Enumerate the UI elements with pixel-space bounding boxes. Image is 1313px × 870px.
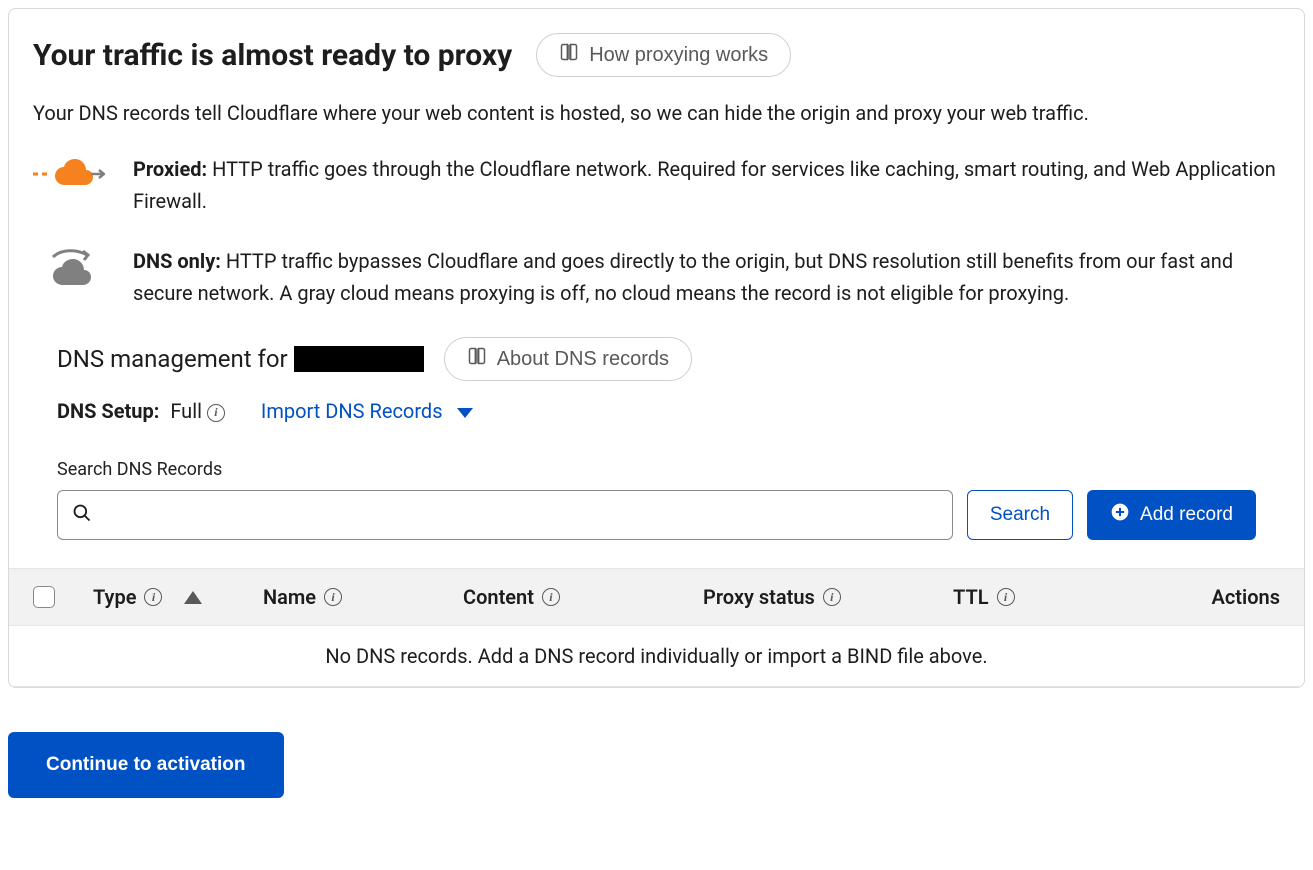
- search-label: Search DNS Records: [57, 459, 1256, 480]
- th-type[interactable]: Type: [93, 585, 136, 609]
- info-icon[interactable]: i: [542, 588, 560, 606]
- page-title: Your traffic is almost ready to proxy: [33, 38, 512, 73]
- book-icon: [559, 42, 579, 68]
- dns-setup-status: DNS Setup: Full i: [57, 399, 225, 423]
- info-icon[interactable]: i: [823, 588, 841, 606]
- caret-down-icon: [457, 399, 473, 423]
- info-icon[interactable]: i: [324, 588, 342, 606]
- proxied-label: Proxied:: [133, 157, 207, 181]
- continue-to-activation-button[interactable]: Continue to activation: [8, 732, 284, 798]
- sort-asc-icon[interactable]: [184, 591, 202, 604]
- info-icon[interactable]: i: [207, 404, 225, 422]
- th-ttl[interactable]: TTL: [953, 585, 989, 609]
- book-icon: [467, 346, 487, 372]
- th-proxy[interactable]: Proxy status: [703, 585, 815, 609]
- add-record-button[interactable]: Add record: [1087, 490, 1256, 540]
- search-icon: [72, 503, 92, 527]
- search-button[interactable]: Search: [967, 490, 1073, 540]
- info-icon[interactable]: i: [144, 588, 162, 606]
- search-input[interactable]: [102, 491, 938, 539]
- how-proxying-works-button[interactable]: How proxying works: [536, 33, 791, 77]
- plus-circle-icon: [1110, 502, 1130, 528]
- th-content[interactable]: Content: [463, 585, 534, 609]
- info-icon[interactable]: i: [997, 588, 1015, 606]
- empty-state-text: No DNS records. Add a DNS record individ…: [9, 626, 1304, 687]
- redacted-domain: [294, 346, 424, 372]
- proxied-cloud-icon: [33, 153, 105, 193]
- dns-table-header: Type i Name i Content i Proxy status i T…: [9, 568, 1304, 626]
- dns-only-cloud-icon: [33, 245, 105, 289]
- dns-only-label: DNS only:: [133, 249, 221, 273]
- dns-only-definition: DNS only: HTTP traffic bypasses Cloudfla…: [33, 245, 1280, 309]
- search-input-wrap[interactable]: [57, 490, 953, 540]
- proxied-definition: Proxied: HTTP traffic goes through the C…: [33, 153, 1280, 217]
- import-dns-records-link[interactable]: Import DNS Records: [261, 399, 473, 423]
- lead-text: Your DNS records tell Cloudflare where y…: [33, 101, 1280, 125]
- about-dns-records-button[interactable]: About DNS records: [444, 337, 692, 381]
- dns-only-text: HTTP traffic bypasses Cloudflare and goe…: [133, 249, 1233, 305]
- th-name[interactable]: Name: [263, 585, 316, 609]
- proxied-text: HTTP traffic goes through the Cloudflare…: [133, 157, 1276, 213]
- dns-setup-card: Your traffic is almost ready to proxy Ho…: [8, 8, 1305, 688]
- dns-management-title: DNS management for: [57, 345, 424, 373]
- th-actions: Actions: [1212, 585, 1280, 609]
- select-all-checkbox[interactable]: [33, 586, 55, 608]
